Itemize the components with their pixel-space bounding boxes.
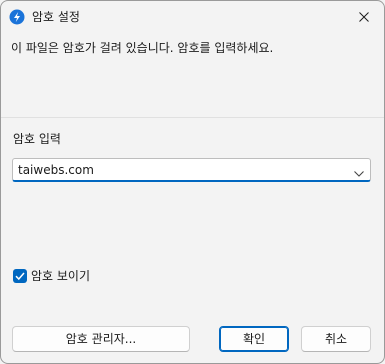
window-title: 암호 설정 <box>32 10 80 24</box>
show-password-label[interactable]: 암호 보이기 <box>31 268 90 284</box>
divider <box>1 117 384 118</box>
title-bar: 암호 설정 <box>1 1 384 33</box>
password-input[interactable]: taiwebs.com <box>18 163 94 177</box>
ok-button[interactable]: 확인 <box>219 326 289 352</box>
chevron-down-icon[interactable] <box>354 166 364 180</box>
instruction-text: 이 파일은 암호가 걸려 있습니다. 암호를 입력하세요. <box>11 41 274 55</box>
cancel-button[interactable]: 취소 <box>301 326 371 352</box>
close-button[interactable] <box>344 1 384 33</box>
password-label: 암호 입력 <box>13 132 61 146</box>
app-logo-icon <box>9 9 25 25</box>
password-dialog: 암호 설정 이 파일은 암호가 걸려 있습니다. 암호를 입력하세요. 암호 입… <box>0 0 385 364</box>
close-icon <box>359 12 369 22</box>
password-manager-button[interactable]: 암호 관리자... <box>12 326 190 352</box>
show-password-checkbox[interactable] <box>13 269 27 283</box>
password-combobox[interactable]: taiwebs.com <box>12 158 371 182</box>
checkmark-icon <box>15 272 25 281</box>
